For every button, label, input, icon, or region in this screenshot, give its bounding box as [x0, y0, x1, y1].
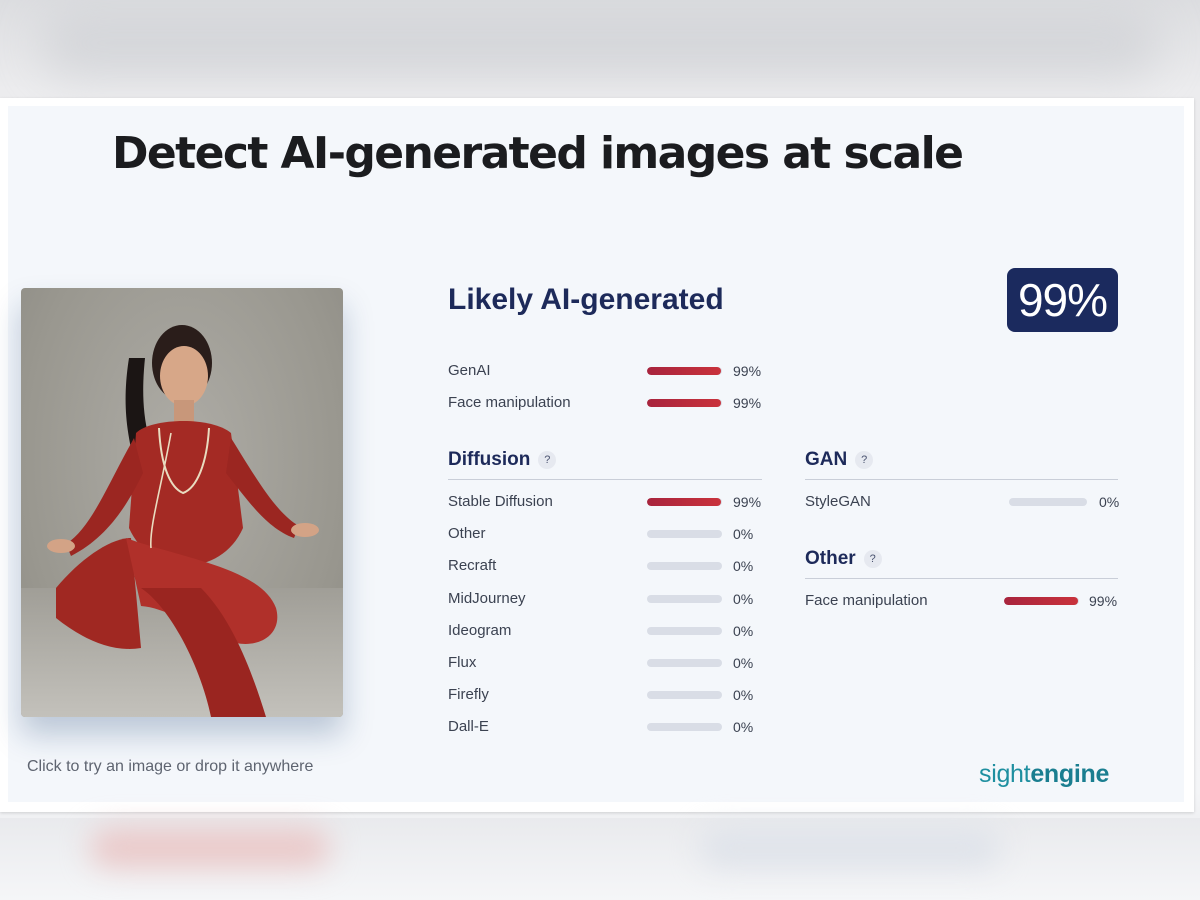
summary-row-face-manipulation: Face manipulation 99%: [448, 393, 768, 413]
section-title-other: Other?: [805, 548, 882, 570]
gan-row-stylegan: StyleGAN 0%: [805, 492, 1120, 512]
diffusion-row-recraft: Recraft 0%: [448, 556, 768, 576]
row-label: Face manipulation: [448, 394, 571, 411]
diffusion-row-stable-diffusion: Stable Diffusion 99%: [448, 492, 768, 512]
score-bar: [647, 530, 722, 538]
row-percent: 99%: [1089, 593, 1118, 609]
diffusion-row-firefly: Firefly 0%: [448, 685, 768, 705]
section-title-text: GAN: [805, 449, 848, 470]
logo-text-part2: engine: [1030, 760, 1110, 788]
row-label: Ideogram: [448, 622, 512, 639]
row-percent: 0%: [733, 687, 754, 703]
score-bar: [647, 627, 722, 635]
diffusion-row-ideogram: Ideogram 0%: [448, 621, 768, 641]
sample-image[interactable]: [21, 288, 343, 717]
section-divider: [805, 578, 1118, 579]
help-icon[interactable]: ?: [538, 451, 557, 469]
help-icon[interactable]: ?: [863, 550, 882, 568]
row-label: StyleGAN: [805, 493, 871, 510]
row-percent: 0%: [733, 623, 754, 639]
row-label: Stable Diffusion: [448, 493, 553, 510]
row-label: GenAI: [448, 362, 491, 379]
score-bar: [1004, 597, 1079, 605]
sightengine-logo[interactable]: sightengine: [979, 760, 1109, 789]
score-bar-fill: [647, 367, 722, 375]
row-label: MidJourney: [448, 590, 526, 607]
score-bar: [647, 659, 722, 667]
background-blur-bottom: [0, 818, 1200, 900]
help-icon[interactable]: ?: [855, 451, 874, 469]
row-percent: 0%: [733, 526, 754, 542]
summary-row-genai: GenAI 99%: [448, 361, 768, 381]
other-row-face-manipulation: Face manipulation 99%: [805, 591, 1120, 611]
overall-score-badge: 99%: [1007, 268, 1118, 332]
score-bar-fill: [647, 498, 722, 506]
section-title-text: Other: [805, 548, 856, 569]
upload-hint[interactable]: Click to try an image or drop it anywher…: [27, 758, 313, 776]
verdict-label: Likely AI-generated: [448, 283, 724, 316]
logo-text-part1: sight: [979, 760, 1031, 788]
diffusion-row-dall-e: Dall-E 0%: [448, 717, 768, 737]
diffusion-row-midjourney: MidJourney 0%: [448, 589, 768, 609]
row-percent: 0%: [1099, 494, 1120, 510]
score-bar: [647, 723, 722, 731]
score-bar: [647, 595, 722, 603]
background-blur: [40, 8, 1160, 78]
row-percent: 99%: [733, 363, 762, 379]
score-bar-fill: [1004, 597, 1079, 605]
score-bar: [1009, 498, 1087, 506]
row-label: Recraft: [448, 557, 497, 574]
diffusion-row-flux: Flux 0%: [448, 653, 768, 673]
row-label: Other: [448, 525, 486, 542]
section-title-diffusion: Diffusion?: [448, 449, 557, 471]
row-percent: 99%: [733, 395, 762, 411]
score-bar: [647, 498, 722, 506]
row-label: Dall-E: [448, 718, 489, 735]
page-headline: Detect AI-generated images at scale: [112, 128, 964, 179]
score-bar: [647, 367, 722, 375]
score-bar: [647, 691, 722, 699]
section-title-gan: GAN?: [805, 449, 874, 471]
row-percent: 0%: [733, 558, 754, 574]
section-divider: [448, 479, 762, 480]
score-bar-fill: [647, 399, 722, 407]
row-label: Face manipulation: [805, 592, 928, 609]
row-percent: 0%: [733, 719, 754, 735]
portrait-illustration: [21, 325, 343, 717]
section-divider: [805, 479, 1118, 480]
score-bar: [647, 562, 722, 570]
score-bar: [647, 399, 722, 407]
row-label: Flux: [448, 654, 477, 671]
section-title-text: Diffusion: [448, 449, 531, 470]
row-percent: 99%: [733, 494, 762, 510]
row-label: Firefly: [448, 686, 489, 703]
row-percent: 0%: [733, 591, 754, 607]
diffusion-row-other: Other 0%: [448, 524, 768, 544]
row-percent: 0%: [733, 655, 754, 671]
